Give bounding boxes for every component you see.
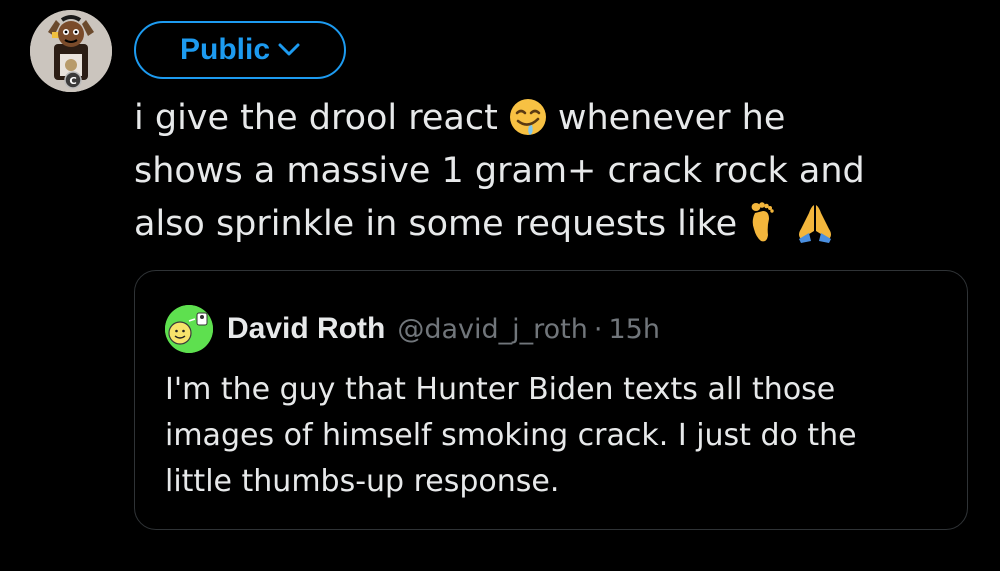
chevron-down-icon	[278, 43, 300, 57]
user-avatar[interactable]: C	[30, 10, 112, 92]
quoted-tweet-header: David Roth @david_j_roth · 15h	[165, 305, 660, 353]
quoted-tweet-line-3: little thumbs-up response.	[165, 464, 560, 499]
drooling-face-emoji	[508, 97, 548, 137]
quoted-user-handle[interactable]: @david_j_roth	[397, 314, 588, 345]
quoted-tweet-timestamp[interactable]: 15h	[608, 314, 659, 345]
tweet-line-3-text: also sprinkle in some requests like	[134, 204, 738, 244]
audience-selector-button[interactable]: Public	[134, 21, 346, 79]
foot-emoji	[747, 201, 775, 243]
tweet-line-3: also sprinkle in some requests like	[134, 198, 974, 251]
quoted-tweet-line-1: I'm the guy that Hunter Biden texts all …	[165, 372, 836, 407]
quoted-user-avatar[interactable]	[165, 305, 213, 353]
tweet-line-1: i give the drool react whenever he	[134, 92, 974, 145]
dot-separator: ·	[593, 313, 603, 345]
quoted-tweet-card[interactable]: David Roth @david_j_roth · 15h I'm the g…	[134, 270, 968, 530]
quoted-tweet-line-2: images of himself smoking crack. I just …	[165, 418, 857, 453]
audience-label: Public	[179, 33, 270, 66]
quoted-tweet-text: I'm the guy that Hunter Biden texts all …	[165, 367, 945, 505]
tweet-text: i give the drool react whenever he shows…	[134, 92, 974, 251]
tweet-line-1-end: whenever he	[557, 98, 786, 138]
folded-hands-emoji	[795, 201, 835, 243]
quoted-user-name[interactable]: David Roth	[227, 312, 385, 346]
tweet-line-2: shows a massive 1 gram+ crack rock and	[134, 151, 865, 191]
tweet-line-1-start: i give the drool react	[134, 98, 498, 138]
svg-text:C: C	[69, 76, 76, 87]
